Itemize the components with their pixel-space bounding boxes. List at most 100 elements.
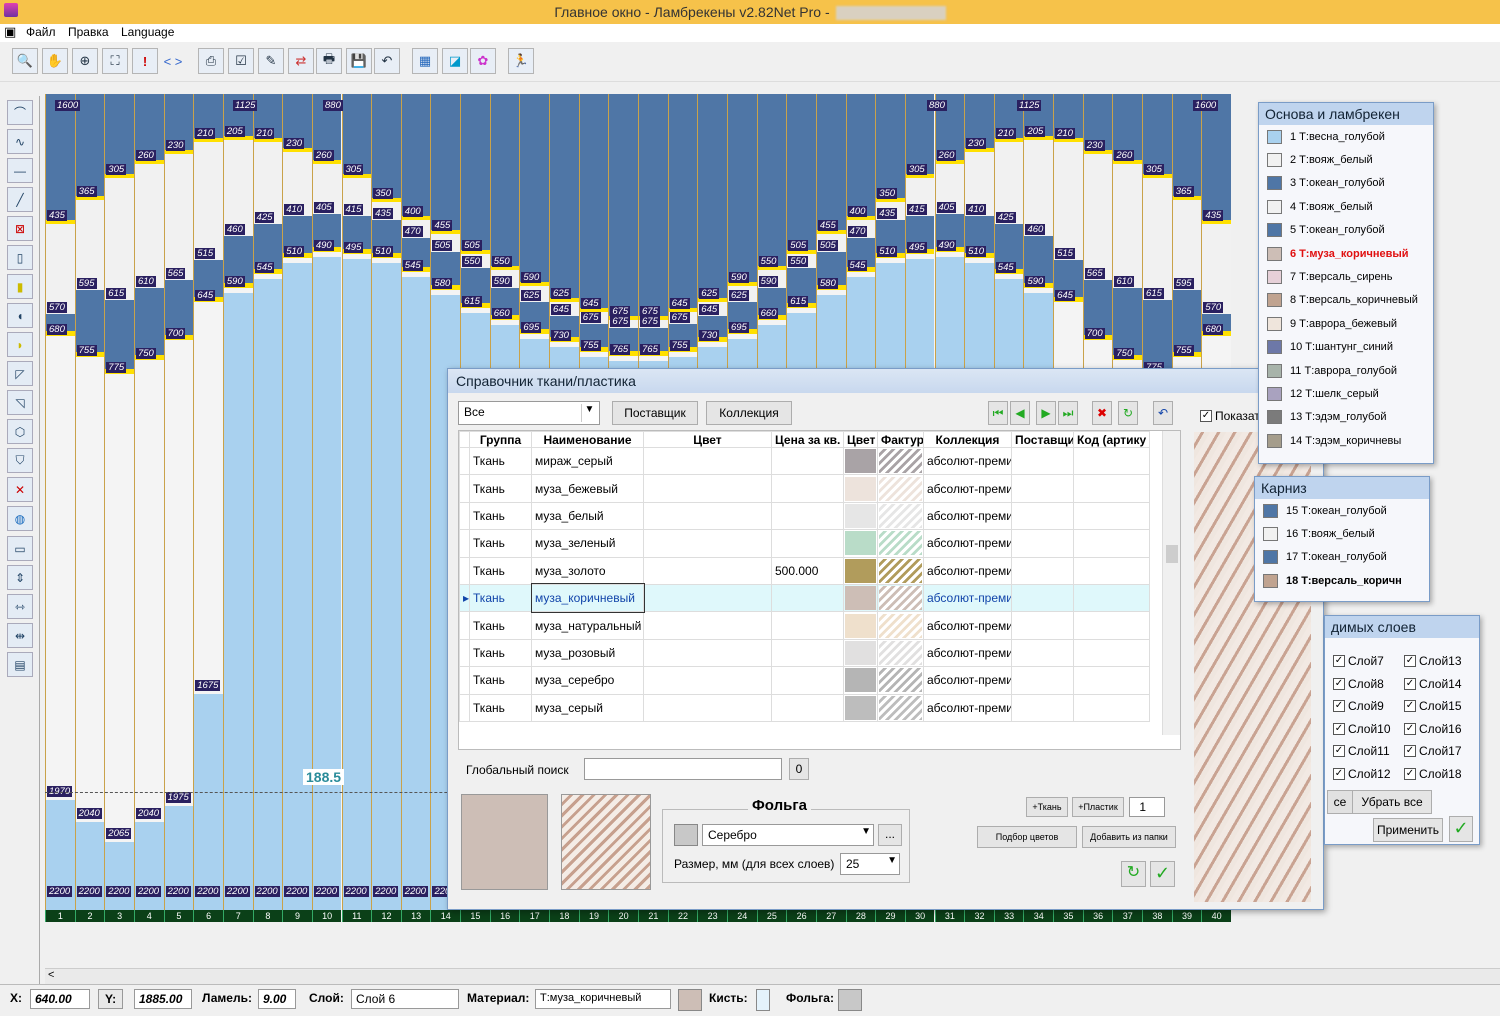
table-cell[interactable]: абсолют-преми: [923, 666, 1012, 695]
table-cell[interactable]: Ткань: [469, 446, 532, 476]
material-field[interactable]: Т:муза_коричневый: [535, 989, 671, 1009]
layer-item[interactable]: 2 Т:вояж_белый: [1259, 148, 1433, 171]
slat[interactable]: 400 470 545 2200: [400, 94, 431, 910]
table-cell[interactable]: абсолют-преми: [923, 556, 1012, 585]
table-cell[interactable]: Ткань: [469, 693, 532, 722]
table-cell[interactable]: [643, 474, 772, 503]
table-cell[interactable]: [771, 666, 844, 695]
layer-item[interactable]: 4 Т:вояж_белый: [1259, 195, 1433, 218]
table-cell[interactable]: [643, 446, 772, 476]
layer-item[interactable]: 12 Т:шелк_серый: [1259, 382, 1433, 405]
table-row[interactable]: Ткань муза_золото 500.000 абсолют-преми: [459, 556, 1150, 585]
table-cell[interactable]: Ткань: [469, 556, 532, 585]
add-from-folder-button[interactable]: Добавить из папки: [1082, 826, 1176, 848]
slat-number[interactable]: 11: [341, 910, 372, 922]
windows-icon[interactable]: ▦: [412, 48, 438, 74]
row-indicator[interactable]: [459, 693, 470, 722]
table-cell[interactable]: [643, 556, 772, 585]
pick-colors-button[interactable]: Подбор цветов: [977, 826, 1077, 848]
slat-point-icon[interactable]: ⬡: [7, 419, 33, 444]
table-cell[interactable]: абсолют-преми: [923, 529, 1012, 558]
qty-stepper[interactable]: 1: [1129, 797, 1165, 817]
layer-item[interactable]: 7 Т:версаль_сирень: [1259, 265, 1433, 288]
table-cell[interactable]: [1073, 693, 1150, 722]
table-cell[interactable]: [643, 583, 772, 613]
color-cell[interactable]: [843, 501, 878, 531]
table-cell[interactable]: [1073, 666, 1150, 695]
layer-visibility-checkbox[interactable]: ✓ Слой14: [1404, 677, 1462, 691]
table-row[interactable]: Ткань муза_зеленый абсолют-преми: [459, 529, 1150, 558]
menu-edit[interactable]: Правка: [68, 25, 109, 39]
row-indicator[interactable]: [459, 474, 470, 503]
layer-item[interactable]: 5 Т:океан_голубой: [1259, 219, 1433, 242]
lamel-field[interactable]: 9.00: [258, 989, 296, 1009]
zoom-fit-icon[interactable]: ⊕: [72, 48, 98, 74]
color-cell[interactable]: [843, 529, 878, 558]
table-cell[interactable]: абсолют-преми: [923, 501, 1012, 531]
texture-cell[interactable]: [877, 556, 924, 585]
slat-number[interactable]: 10: [311, 910, 342, 922]
slat-number[interactable]: 32: [964, 910, 994, 922]
slat[interactable]: 365 595 755 2040 2200: [74, 94, 105, 910]
table-cell[interactable]: [1011, 446, 1074, 476]
table-cell[interactable]: муза_розовый: [531, 638, 644, 668]
material-color-swatch[interactable]: [678, 989, 702, 1011]
y-field[interactable]: 1885.00: [134, 989, 192, 1009]
table-cell[interactable]: [771, 501, 844, 531]
slat-number[interactable]: 5: [163, 910, 194, 922]
slat-number[interactable]: 21: [638, 910, 668, 922]
zoom-icon[interactable]: 🔍: [12, 48, 38, 74]
layer-visibility-checkbox[interactable]: ✓ Слой11: [1333, 744, 1390, 758]
table-cell[interactable]: [1011, 611, 1074, 640]
first-record-icon[interactable]: ⏮: [988, 401, 1008, 425]
table-cell[interactable]: Ткань: [469, 666, 532, 695]
table-cell[interactable]: [771, 693, 844, 722]
slat-number[interactable]: 34: [1023, 910, 1054, 922]
color-cell[interactable]: [843, 666, 878, 695]
foil-select[interactable]: Серебро ▼: [702, 824, 874, 846]
table-cell[interactable]: [771, 611, 844, 640]
slat-number[interactable]: 28: [845, 910, 876, 922]
slat-number[interactable]: 17: [519, 910, 550, 922]
refresh-icon[interactable]: ↻: [1118, 401, 1138, 425]
show-checkbox[interactable]: ✓ Показат: [1200, 409, 1260, 423]
line-tool-icon[interactable]: ―: [7, 158, 33, 183]
layer-item[interactable]: 9 Т:аврора_бежевый: [1259, 312, 1433, 335]
texture-cell[interactable]: [877, 583, 924, 613]
table-cell[interactable]: [1011, 501, 1074, 531]
table-cell[interactable]: [1073, 529, 1150, 558]
table-cell[interactable]: [1011, 583, 1074, 613]
brush-swatch[interactable]: [756, 989, 770, 1011]
color-cell[interactable]: [843, 583, 878, 613]
column-header[interactable]: Цвет: [643, 431, 772, 448]
layer-item[interactable]: 14 Т:эдэм_коричневы: [1259, 429, 1433, 452]
color-cell[interactable]: [843, 446, 878, 476]
row-indicator[interactable]: [459, 501, 470, 531]
row-indicator[interactable]: [459, 666, 470, 695]
checklist-icon[interactable]: ☑: [228, 48, 254, 74]
table-cell[interactable]: абсолют-преми: [923, 446, 1012, 476]
table-cell[interactable]: муза_бежевый: [531, 474, 644, 503]
table-cell[interactable]: [1011, 638, 1074, 668]
table-cell[interactable]: абсолют-преми: [923, 611, 1012, 640]
column-header[interactable]: Фактура: [877, 431, 924, 448]
slat[interactable]: 210 515 645 1675 2200: [193, 94, 223, 910]
bookmark-icon[interactable]: ⛉: [7, 448, 33, 473]
slat[interactable]: 43557068019702200: [45, 94, 75, 910]
foil-more-button[interactable]: ...: [878, 824, 902, 846]
color-cell[interactable]: [843, 611, 878, 640]
table-cell[interactable]: [1073, 446, 1150, 476]
exit-icon[interactable]: 🏃: [508, 48, 534, 74]
column-header[interactable]: Коллекция: [923, 431, 1012, 448]
layer-visibility-checkbox[interactable]: ✓ Слой18: [1404, 767, 1462, 781]
table-cell[interactable]: [1011, 693, 1074, 722]
chevron-down-icon[interactable]: ▼: [887, 855, 897, 866]
edit-icon[interactable]: ✎: [258, 48, 284, 74]
layer-item[interactable]: 16 Т:вояж_белый: [1255, 522, 1429, 545]
slat[interactable]: 260 610 750 2040 2200: [133, 94, 164, 910]
table-cell[interactable]: абсолют-преми: [923, 474, 1012, 503]
table-cell[interactable]: муза_коричневый: [530, 583, 645, 613]
layer-field[interactable]: Слой 6: [351, 989, 459, 1009]
diagonal-tool-icon[interactable]: ╱: [7, 187, 33, 212]
foil-color-swatch[interactable]: [838, 989, 862, 1011]
